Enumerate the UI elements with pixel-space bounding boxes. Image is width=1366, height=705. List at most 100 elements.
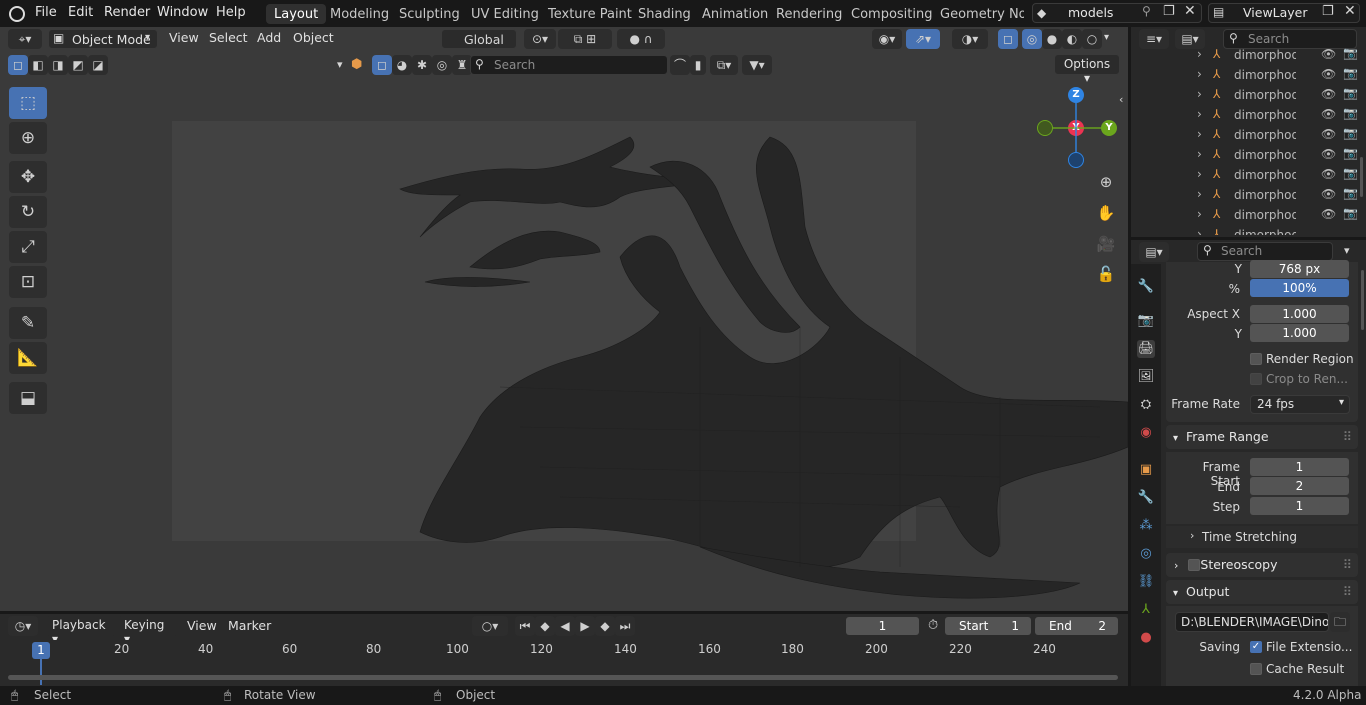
new-view-layer-icon[interactable]: ❐ <box>1322 4 1334 19</box>
playhead[interactable]: 1 <box>32 642 50 659</box>
render-camera-icon[interactable]: 📷 <box>1343 186 1358 200</box>
timeline-menu-view[interactable]: View <box>187 615 217 637</box>
output-panel-header[interactable]: ▾ Output ⠿ <box>1166 580 1358 604</box>
object-name[interactable]: dimorphodo <box>1234 68 1296 82</box>
eye-icon[interactable]: 👁 <box>1321 147 1336 161</box>
render-camera-icon[interactable]: 📷 <box>1343 126 1358 140</box>
frame-step-field[interactable]: 1 <box>1250 497 1349 515</box>
frame-rate-value[interactable]: 24 fps <box>1257 397 1294 411</box>
next-keyframe-icon[interactable]: ◆ <box>595 616 615 636</box>
object-name[interactable]: dimorphodo <box>1234 88 1296 102</box>
folder-icon[interactable]: 🗀 <box>1330 612 1350 632</box>
properties-search-input[interactable] <box>1197 242 1333 261</box>
end-value[interactable]: 2 <box>1098 617 1106 635</box>
expand-chevron-icon[interactable]: › <box>1197 107 1202 121</box>
frame-range-panel-header[interactable]: ▾ Frame Range ⠿ <box>1166 425 1358 449</box>
eye-icon[interactable]: 👁 <box>1321 207 1336 221</box>
expand-chevron-icon[interactable]: › <box>1197 67 1202 81</box>
physics-tab-icon[interactable]: ◎ <box>1137 545 1155 563</box>
list-item[interactable]: › ⅄ dimorphodo 👁 📷 <box>1131 85 1366 105</box>
expand-chevron-icon[interactable]: › <box>1197 87 1202 101</box>
render-region-checkbox[interactable] <box>1250 353 1262 365</box>
playback-menu[interactable]: Playback ▾ <box>46 616 116 646</box>
playback-label[interactable]: Playback <box>52 618 106 632</box>
tab-layout[interactable]: Layout <box>266 4 327 24</box>
frame-rate-dropdown[interactable]: 24 fps ▾ <box>1250 395 1350 414</box>
tab-texture-paint[interactable]: Texture Paint <box>540 4 640 24</box>
lock-icon[interactable]: 🔓 <box>1094 262 1118 286</box>
expand-chevron-icon[interactable]: › <box>1197 227 1202 235</box>
sidebar-toggle-icon[interactable]: ‹ <box>1119 93 1123 106</box>
expand-chevron-icon[interactable]: › <box>1197 47 1202 61</box>
render-camera-icon[interactable]: 📷 <box>1343 166 1358 180</box>
object-name[interactable]: dimorphodo <box>1234 228 1296 235</box>
eye-icon[interactable]: 👁 <box>1321 167 1336 181</box>
zoom-icon[interactable]: ⊕ <box>1094 170 1118 194</box>
object-name[interactable]: dimorphodo <box>1234 128 1296 142</box>
scene-name[interactable]: models <box>1068 5 1113 20</box>
keying-menu[interactable]: Keying ▾ <box>118 616 178 646</box>
eye-icon[interactable]: 👁 <box>1321 47 1336 61</box>
properties-editor-type-icon[interactable]: ▤▾ <box>1139 242 1169 262</box>
modifier-tab-icon[interactable]: 🔧 <box>1137 489 1155 507</box>
world-tab-icon[interactable]: ◉ <box>1137 424 1155 442</box>
blender-logo-icon[interactable] <box>9 6 25 22</box>
outliner-scrollbar[interactable] <box>1360 157 1363 197</box>
expand-chevron-icon[interactable]: › <box>1197 187 1202 201</box>
tab-shading[interactable]: Shading <box>630 4 699 24</box>
timeline-menu-marker[interactable]: Marker <box>228 615 271 637</box>
view-layer-name[interactable]: ViewLayer <box>1243 5 1308 20</box>
drag-handle-icon[interactable]: ⠿ <box>1343 553 1352 577</box>
tab-animation[interactable]: Animation <box>694 4 776 24</box>
list-item[interactable]: › ⅄ dimorphodo 👁 📷 <box>1131 205 1366 225</box>
list-item[interactable]: › ⅄ dimorphodo 👁 📷 <box>1131 165 1366 185</box>
current-frame-field[interactable]: 1 <box>846 617 919 635</box>
list-item[interactable]: › ⅄ dimorphodo 👁 📷 <box>1131 125 1366 145</box>
list-item[interactable]: › ⅄ dimorphodo 👁 📷 <box>1131 145 1366 165</box>
object-name[interactable]: dimorphodo <box>1234 48 1296 62</box>
render-tab-icon[interactable]: 📷 <box>1137 312 1155 330</box>
list-item[interactable]: › ⅄ dimorphodo 👁 📷 <box>1131 185 1366 205</box>
prev-keyframe-icon[interactable]: ◆ <box>535 616 555 636</box>
gizmo-neg-y-icon[interactable] <box>1037 120 1053 136</box>
gizmo-neg-z-icon[interactable] <box>1068 152 1084 168</box>
jump-end-icon[interactable]: ⏭ <box>615 616 635 636</box>
aspect-x-field[interactable]: 1.000 <box>1250 305 1349 323</box>
auto-keying-icon[interactable]: ○▾ <box>472 616 508 636</box>
tab-geometry-nodes[interactable]: Geometry Node <box>932 4 1024 24</box>
scene-selector[interactable] <box>1032 3 1202 23</box>
menu-render[interactable]: Render <box>104 5 150 20</box>
timeline-editor-type-icon[interactable]: ◷▾ <box>8 616 38 636</box>
properties-options-chevron-icon[interactable]: ▾ <box>1344 244 1350 257</box>
view-layer-tab-icon[interactable]: 🖼 <box>1137 368 1155 386</box>
3d-viewport[interactable]: ⌖▾ ▣ Object Mode ▾ View Select Add Objec… <box>0 27 1128 611</box>
eye-icon[interactable]: 👁 <box>1321 107 1336 121</box>
expand-chevron-icon[interactable]: › <box>1197 207 1202 221</box>
tool-tab-icon[interactable]: 🔧 <box>1137 278 1155 296</box>
timeline-scrollbar[interactable] <box>8 675 1118 680</box>
object-name[interactable]: dimorphodo <box>1234 168 1296 182</box>
drag-handle-icon[interactable]: ⠿ <box>1343 580 1352 604</box>
drag-handle-icon[interactable]: ⠿ <box>1343 425 1352 449</box>
list-item[interactable]: › ⅄ dimorphodo 👁 📷 <box>1131 105 1366 125</box>
data-tab-icon[interactable]: ⅄ <box>1137 601 1155 619</box>
eye-icon[interactable]: 👁 <box>1321 127 1336 141</box>
gizmo-y-icon[interactable]: Y <box>1101 120 1117 136</box>
object-name[interactable]: dimorphodo <box>1234 148 1296 162</box>
tab-rendering[interactable]: Rendering <box>768 4 850 24</box>
eye-icon[interactable]: 👁 <box>1321 187 1336 201</box>
tab-modeling[interactable]: Modeling <box>322 4 397 24</box>
menu-edit[interactable]: Edit <box>68 5 93 20</box>
tab-sculpting[interactable]: Sculpting <box>391 4 468 24</box>
time-stretching-subpanel[interactable]: › Time Stretching <box>1166 526 1358 548</box>
render-camera-icon[interactable]: 📷 <box>1343 66 1358 80</box>
end-frame-field[interactable]: End 2 <box>1035 617 1118 635</box>
stereoscopy-checkbox[interactable] <box>1188 559 1200 571</box>
render-camera-icon[interactable]: 📷 <box>1343 146 1358 160</box>
output-tab-icon[interactable]: 🖨 <box>1137 340 1155 358</box>
cache-result-checkbox[interactable] <box>1250 663 1262 675</box>
render-camera-icon[interactable]: 📷 <box>1343 106 1358 120</box>
constraints-tab-icon[interactable]: ⛓ <box>1137 573 1155 591</box>
render-camera-icon[interactable]: 📷 <box>1343 206 1358 220</box>
menu-window[interactable]: Window <box>157 5 208 20</box>
